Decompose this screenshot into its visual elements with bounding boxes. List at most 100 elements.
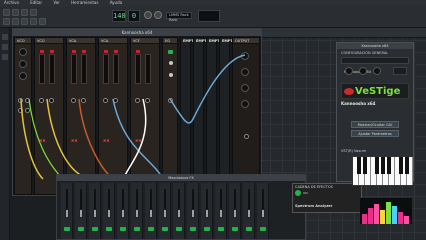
channel-mute-led[interactable] (106, 227, 112, 231)
channel-fader[interactable] (191, 209, 195, 218)
instrument-name-field[interactable]: Kannoosha x64 (341, 57, 409, 74)
piano-black-key[interactable] (357, 157, 361, 174)
channel-mute-led[interactable] (134, 227, 140, 231)
mixer-channel-strip[interactable] (257, 183, 269, 239)
spectrum-bar (362, 214, 367, 224)
channel-mute-led[interactable] (148, 227, 154, 231)
plugin-volume-knob[interactable] (345, 67, 353, 75)
side-panel (0, 28, 10, 240)
channel-fader[interactable] (65, 209, 69, 218)
menu-tools[interactable]: Herramientas (71, 0, 98, 5)
mixer-channel-strip[interactable] (131, 183, 143, 239)
sidebar-folder-icon[interactable] (2, 44, 8, 50)
channel-fader[interactable] (205, 209, 209, 218)
channel-fader[interactable] (149, 209, 153, 218)
mixer-channel-strip[interactable] (103, 183, 115, 239)
params-button[interactable]: Ajustar Parámetros (351, 130, 399, 137)
channel-fader[interactable] (261, 209, 265, 218)
channel-mute-led[interactable] (78, 227, 84, 231)
piano-black-key[interactable] (405, 157, 409, 174)
piano-black-key[interactable] (399, 157, 403, 174)
menu-edit[interactable]: Editar (30, 0, 42, 5)
mixer-channel-strip[interactable] (173, 183, 185, 239)
plugin-section-label: CONFIGURACIÓN GENERAL (341, 51, 389, 55)
fx-power-led[interactable] (295, 190, 301, 196)
channel-mute-led[interactable] (260, 227, 266, 231)
channel-fader[interactable] (177, 209, 181, 218)
channel-meter (164, 189, 166, 209)
channel-mute-led[interactable] (218, 227, 224, 231)
song-editor-icon[interactable] (3, 18, 10, 25)
beat-editor-icon[interactable] (12, 18, 19, 25)
mixer-window: Mezcladora FX CADENA DE EFECTOS ON Spect… (56, 174, 362, 240)
mixer-channel-strip[interactable] (61, 183, 73, 239)
plugin-pitch-knob[interactable] (373, 67, 381, 75)
spectrum-bar (404, 216, 409, 224)
channel-fader[interactable] (163, 209, 167, 218)
vestige-logo-icon (344, 88, 354, 95)
pitch-range-field[interactable] (393, 67, 407, 75)
piano-roll-icon[interactable] (21, 18, 28, 25)
spectrum-bar (392, 206, 397, 224)
channel-mute-led[interactable] (190, 227, 196, 231)
open-project-icon[interactable] (12, 9, 19, 16)
mixer-channel-strip[interactable] (215, 183, 227, 239)
piano-black-key[interactable] (363, 157, 367, 174)
channel-fader[interactable] (79, 209, 83, 218)
piano-black-key[interactable] (375, 157, 379, 174)
channel-mute-led[interactable] (232, 227, 238, 231)
menu-file[interactable]: Archivo (4, 0, 19, 5)
channel-fader[interactable] (219, 209, 223, 218)
channel-mute-led[interactable] (204, 227, 210, 231)
channel-mute-led[interactable] (176, 227, 182, 231)
save-project-icon[interactable] (21, 9, 28, 16)
mixer-channel-strip[interactable] (145, 183, 157, 239)
mixer-channel-strip[interactable] (75, 183, 87, 239)
channel-meter (248, 189, 250, 209)
master-pitch-knob[interactable] (154, 11, 162, 19)
mixer-channel-strip[interactable] (201, 183, 213, 239)
mixer-channel-strip[interactable] (159, 183, 171, 239)
sidebar-home-icon[interactable] (2, 54, 8, 60)
plugin-pan-knob[interactable] (359, 67, 367, 75)
spectrum-bar (380, 210, 385, 224)
sidebar-instruments-icon[interactable] (2, 34, 8, 40)
mixer-icon[interactable] (30, 18, 37, 25)
piano-keyboard[interactable] (352, 156, 413, 186)
fx-item-spectrum[interactable]: Spectrum Analyzer (295, 204, 332, 209)
mixer-channel-strip[interactable] (89, 183, 101, 239)
channel-fader[interactable] (135, 209, 139, 218)
mixer-channel-strip[interactable] (243, 183, 255, 239)
channel-mute-led[interactable] (246, 227, 252, 231)
channel-fader[interactable] (233, 209, 237, 218)
channel-mute-led[interactable] (92, 227, 98, 231)
spectrum-bar (374, 204, 379, 224)
menu-view[interactable]: Ver (53, 0, 60, 5)
export-icon[interactable] (30, 9, 37, 16)
channel-fader[interactable] (93, 209, 97, 218)
plugin-title[interactable]: Kannoosha x64 (337, 43, 413, 49)
mixer-channel-strip[interactable] (117, 183, 129, 239)
new-project-icon[interactable] (3, 9, 10, 16)
mixer-channel-strip[interactable] (187, 183, 199, 239)
channel-fader[interactable] (107, 209, 111, 218)
channel-mute-led[interactable] (64, 227, 70, 231)
channel-fader[interactable] (247, 209, 251, 218)
channel-meter (192, 189, 194, 209)
master-volume-knob[interactable] (144, 11, 152, 19)
mixer-channel-strip[interactable] (229, 183, 241, 239)
channel-fader[interactable] (121, 209, 125, 218)
song-editor-timeline[interactable] (258, 28, 426, 38)
tempo-display[interactable]: 140 (112, 10, 126, 22)
spectrum-visualizer (360, 198, 412, 224)
menu-help[interactable]: Ayuda (110, 0, 122, 5)
channel-meter (220, 189, 222, 209)
piano-black-key[interactable] (387, 157, 391, 174)
channel-mute-led[interactable] (120, 227, 126, 231)
fx-power-label: ON (303, 191, 308, 195)
channel-mute-led[interactable] (162, 227, 168, 231)
show-gui-button[interactable]: Mostrar/Ocultar GUI (351, 121, 399, 128)
piano-black-key[interactable] (381, 157, 385, 174)
automation-icon[interactable] (39, 18, 46, 25)
mixer-title[interactable]: Mezcladora FX (57, 175, 305, 181)
